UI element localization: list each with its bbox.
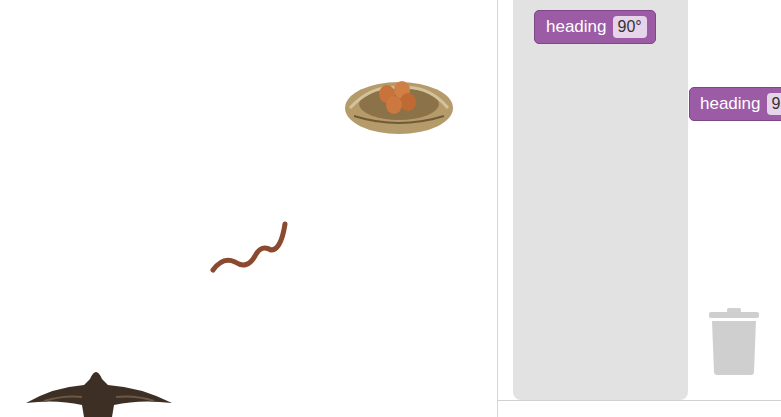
code-block[interactable]: heading 9 [689, 87, 781, 121]
bird-icon [24, 365, 174, 417]
worm-icon [209, 220, 289, 276]
block-label: heading [700, 94, 761, 114]
block-label: heading [546, 17, 607, 37]
toolbox: heading 90° [513, 0, 688, 400]
code-block[interactable]: heading 90° [534, 10, 656, 44]
block-value[interactable]: 90° [613, 16, 647, 38]
trash-icon[interactable] [707, 308, 761, 376]
nest-icon [342, 64, 456, 140]
workspace[interactable]: heading 9 [688, 0, 781, 400]
app: heading 90° heading 9 [0, 0, 781, 417]
editor: heading 90° heading 9 [498, 0, 781, 401]
stage [0, 0, 498, 417]
block-value[interactable]: 9 [767, 93, 781, 115]
